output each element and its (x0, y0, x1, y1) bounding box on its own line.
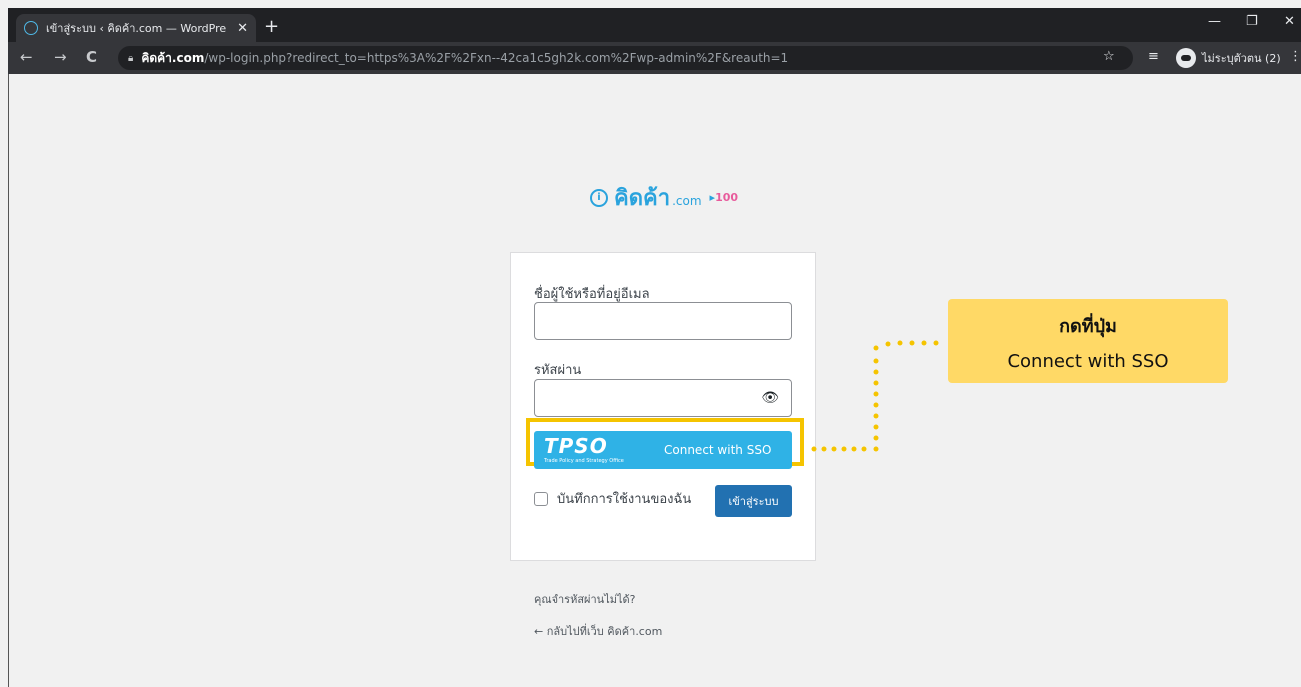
show-password-icon[interactable]: 👁︎ (761, 390, 779, 406)
incognito-icon (1176, 48, 1196, 68)
url-host: คิดค้า.com (141, 50, 205, 65)
close-icon[interactable]: ✕ (1284, 14, 1295, 29)
star-icon[interactable]: ☆ (1103, 49, 1115, 64)
browser-tab-bar: เข้าสู่ระบบ ‹ คิดค้า.com — WordPre ✕ + —… (8, 8, 1301, 42)
logo-badge: ▸100 (709, 191, 739, 204)
logo-suffix: .com (672, 193, 702, 208)
callout-line-1: กดที่ปุ่ม (1059, 316, 1117, 337)
new-tab-button[interactable]: + (264, 16, 279, 37)
lock-icon: 🔒︎ (128, 52, 134, 64)
profile-button[interactable]: ไม่ระบุตัวตน (2) (1176, 46, 1281, 70)
callout-line-2: Connect with SSO (1007, 351, 1169, 372)
url-path: /wp-login.php?redirect_to=https%3A%2F%2F… (204, 51, 789, 65)
back-icon[interactable]: ← (20, 48, 33, 66)
browser-tab[interactable]: เข้าสู่ระบบ ‹ คิดค้า.com — WordPre ✕ (16, 14, 256, 42)
minimize-icon[interactable]: — (1208, 14, 1221, 29)
username-input[interactable] (534, 302, 792, 340)
lost-password-link[interactable]: คุณจำรหัสผ่านไม่ได้? (534, 590, 636, 608)
login-button[interactable]: เข้าสู่ระบบ (715, 485, 792, 517)
menu-icon[interactable]: ⋮ (1289, 49, 1301, 64)
forward-icon[interactable]: → (54, 48, 67, 66)
password-label: รหัสผ่าน (534, 363, 582, 378)
remember-me[interactable]: บันทึกการใช้งานของฉัน (534, 488, 691, 509)
remember-label: บันทึกการใช้งานของฉัน (557, 492, 692, 507)
remember-checkbox[interactable] (534, 491, 548, 506)
sso-button-label: Connect with SSO (664, 443, 772, 457)
address-bar[interactable]: 🔒︎ คิดค้า.com /wp-login.php?redirect_to=… (118, 46, 1133, 70)
page-edge (8, 74, 9, 687)
tab-title: เข้าสู่ระบบ ‹ คิดค้า.com — WordPre (46, 22, 227, 35)
profile-label: ไม่ระบุตัวตน (2) (1202, 52, 1281, 65)
tpso-subtitle: Trade Policy and Strategy Office (544, 458, 624, 464)
password-input[interactable]: 👁︎ (534, 379, 792, 417)
tab-close-icon[interactable]: ✕ (237, 21, 248, 36)
reading-list-icon[interactable]: ≡ (1148, 49, 1159, 64)
connect-sso-button[interactable]: TPSO Trade Policy and Strategy Office Co… (534, 431, 792, 469)
tpso-logo: TPSO (544, 434, 608, 458)
site-favicon-icon (24, 21, 38, 35)
annotation-callout: กดที่ปุ่ม Connect with SSO (948, 299, 1228, 383)
logo-text: คิดค้า (614, 186, 671, 211)
browser-toolbar: ← → C 🔒︎ คิดค้า.com /wp-login.php?redire… (8, 42, 1301, 74)
site-logo[interactable]: i คิดค้า .com ▸100 (590, 180, 738, 215)
username-label: ชื่อผู้ใช้หรือที่อยู่อีเมล (534, 287, 650, 302)
reload-icon[interactable]: C (86, 48, 97, 66)
restore-icon[interactable]: ❐ (1246, 14, 1258, 29)
back-to-site-link[interactable]: ← กลับไปที่เว็บ คิดค้า.com (534, 622, 662, 640)
bulb-icon: i (590, 188, 608, 207)
